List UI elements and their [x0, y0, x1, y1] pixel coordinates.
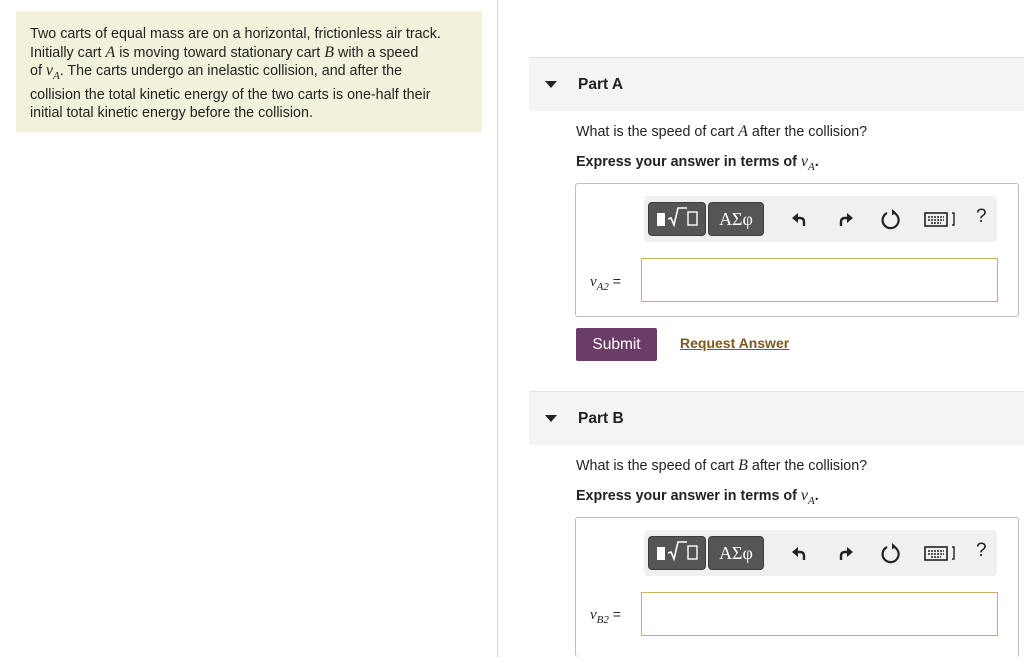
part-a-question: What is the speed of cart A after the co… — [576, 123, 868, 140]
problem-line: Initially cart A is moving toward statio… — [30, 43, 419, 61]
part-b-equation-label: vB2 = — [590, 606, 621, 626]
math-toolbar: ΑΣφ ? — [644, 196, 997, 242]
undo-icon[interactable] — [786, 206, 812, 232]
collapse-caret-icon[interactable] — [545, 81, 557, 88]
part-a-instruction: Express your answer in terms of vA. — [576, 153, 819, 173]
problem-line: Two carts of equal mass are on a horizon… — [30, 26, 441, 42]
part-a-header[interactable]: Part A — [529, 57, 1024, 111]
keyboard-icon[interactable] — [924, 206, 958, 232]
part-b-instruction: Express your answer in terms of vA. — [576, 487, 819, 507]
templates-icon — [654, 204, 700, 235]
part-b-title: Part B — [578, 410, 624, 427]
part-a-equation-label: vA2 = — [590, 273, 621, 293]
greek-symbols-button[interactable]: ΑΣφ — [708, 536, 764, 570]
problem-statement: Two carts of equal mass are on a horizon… — [16, 11, 482, 132]
part-b-header[interactable]: Part B — [529, 391, 1024, 445]
reset-icon[interactable] — [878, 206, 904, 232]
problem-line: initial total kinetic energy before the … — [30, 105, 313, 122]
templates-button[interactable] — [648, 536, 706, 570]
part-b-answer-box: ΑΣφ ? vB2 = — [575, 517, 1019, 657]
part-b-answer-input[interactable] — [641, 592, 998, 636]
reset-icon[interactable] — [878, 540, 904, 566]
greek-symbols-button[interactable]: ΑΣφ — [708, 202, 764, 236]
math-toolbar: ΑΣφ ? — [644, 530, 997, 576]
keyboard-icon[interactable] — [924, 540, 958, 566]
collapse-caret-icon[interactable] — [545, 415, 557, 422]
part-a-title: Part A — [578, 76, 624, 93]
part-a-answer-input[interactable] — [641, 258, 998, 302]
templates-icon — [654, 538, 700, 569]
problem-line: of vA. The carts undergo an inelastic co… — [30, 62, 403, 83]
redo-icon[interactable] — [833, 540, 859, 566]
submit-button[interactable]: Submit — [576, 328, 657, 361]
part-b-question: What is the speed of cart B after the co… — [576, 457, 868, 474]
templates-button[interactable] — [648, 202, 706, 236]
part-a-answer-box: ΑΣφ ? vA2 = — [575, 183, 1019, 317]
help-button[interactable]: ? — [976, 206, 987, 228]
column-divider — [497, 0, 498, 657]
redo-icon[interactable] — [833, 206, 859, 232]
undo-icon[interactable] — [786, 540, 812, 566]
help-button[interactable]: ? — [976, 540, 987, 562]
request-answer-link[interactable]: Request Answer — [680, 335, 789, 351]
problem-line: collision the total kinetic energy of th… — [30, 86, 431, 103]
